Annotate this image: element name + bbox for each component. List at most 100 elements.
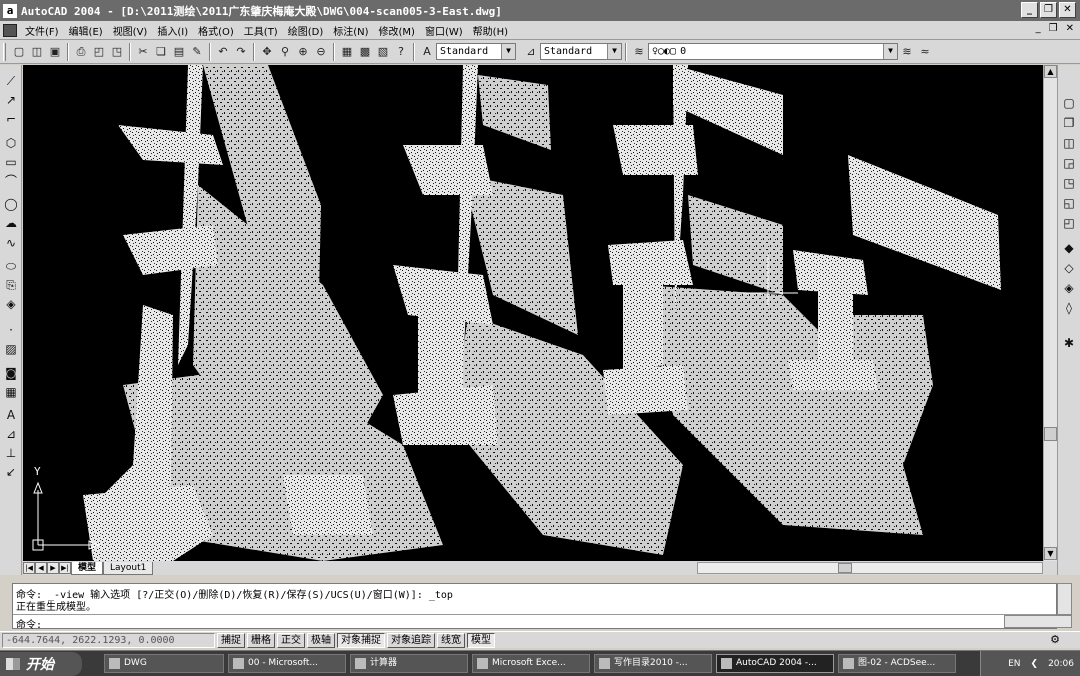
restore-button[interactable]: ❐	[1040, 2, 1057, 18]
multiline-text-icon[interactable]: A	[3, 407, 19, 423]
scale-icon[interactable]: ◆	[1061, 240, 1077, 256]
menu-draw[interactable]: 绘图(D)	[283, 23, 329, 38]
coordinate-readout[interactable]: -644.7644, 2622.1293, 0.0000	[2, 632, 215, 648]
drawing-vertical-scrollbar[interactable]: ▲ ▼	[1043, 65, 1057, 561]
erase-icon[interactable]: ▢	[1061, 95, 1077, 111]
command-horizontal-scrollbar[interactable]	[1004, 615, 1072, 628]
language-indicator[interactable]: EN	[1008, 659, 1020, 669]
circle-icon[interactable]: ◯	[3, 196, 19, 212]
chevron-down-icon[interactable]: ▼	[607, 44, 621, 59]
drawing-horizontal-scrollbar[interactable]	[697, 562, 1043, 574]
autocad-app-icon[interactable]: a	[3, 3, 17, 18]
command-prompt[interactable]: 命令:	[16, 616, 42, 631]
menu-file[interactable]: 文件(F)	[20, 23, 64, 38]
publish-icon[interactable]: ◳	[108, 43, 126, 61]
menu-window[interactable]: 窗口(W)	[420, 23, 468, 38]
cut-icon[interactable]: ✂	[134, 43, 152, 61]
properties-icon[interactable]: ▦	[338, 43, 356, 61]
ortho-toggle[interactable]: 正交	[277, 632, 305, 648]
dimension-icon[interactable]: ⊿	[3, 426, 19, 442]
offset-icon[interactable]: ◲	[1061, 155, 1077, 171]
doc-close-button[interactable]: ✕	[1066, 23, 1074, 34]
document-icon[interactable]	[3, 23, 17, 37]
revision-cloud-icon[interactable]: ☁	[3, 215, 19, 231]
trim-icon[interactable]: ◈	[1061, 280, 1077, 296]
drawing-area[interactable]: Y	[23, 65, 1043, 561]
communication-center-icon[interactable]: ⚙	[1050, 633, 1060, 646]
leader-icon[interactable]: ↙	[3, 464, 19, 480]
text-style-select[interactable]: Standard ▼	[436, 43, 516, 60]
task-calculator[interactable]: 计算器	[350, 654, 468, 673]
chevron-down-icon[interactable]: ▼	[501, 44, 515, 59]
grid-toggle[interactable]: 栅格	[247, 632, 275, 648]
task-excel[interactable]: Microsoft Exce...	[472, 654, 590, 673]
tab-layout1[interactable]: Layout1	[103, 561, 154, 575]
toolbar-grip[interactable]	[3, 42, 6, 61]
make-block-icon[interactable]: ◈	[3, 296, 19, 312]
menu-view[interactable]: 视图(V)	[108, 23, 153, 38]
rotate-icon[interactable]: ◰	[1061, 215, 1077, 231]
dim-linear-icon[interactable]: ⊥	[3, 445, 19, 461]
redo-icon[interactable]: ↷	[232, 43, 250, 61]
design-center-icon[interactable]: ▩	[356, 43, 374, 61]
help-icon[interactable]: ?	[392, 43, 410, 61]
doc-restore-button[interactable]: ❐	[1049, 23, 1058, 34]
polyline-icon[interactable]: ⌐	[3, 111, 19, 127]
make-object-layer-current-icon[interactable]: ≋	[898, 43, 916, 61]
menu-modify[interactable]: 修改(M)	[374, 23, 420, 38]
menu-dimension[interactable]: 标注(N)	[328, 23, 373, 38]
command-window[interactable]: 命令: _-view 输入选项 [?/正交(O)/删除(D)/恢复(R)/保存(…	[12, 583, 1057, 631]
insert-block-icon[interactable]: ⎘	[3, 277, 19, 293]
line-icon[interactable]: ⟋	[3, 73, 19, 89]
explode-icon[interactable]: ✱	[1061, 335, 1077, 351]
osnap-toggle[interactable]: 对象捕捉	[337, 632, 385, 648]
lineweight-toggle[interactable]: 线宽	[437, 632, 465, 648]
scroll-down-icon[interactable]: ▼	[1044, 547, 1057, 560]
save-icon[interactable]: ▣	[46, 43, 64, 61]
layer-select[interactable]: ♀◯◐▢ 0 ▼	[648, 43, 898, 60]
otrack-toggle[interactable]: 对象追踪	[387, 632, 435, 648]
menu-edit[interactable]: 编辑(E)	[64, 23, 108, 38]
table-icon[interactable]: ▦	[3, 384, 19, 400]
move-icon[interactable]: ◱	[1061, 195, 1077, 211]
open-file-icon[interactable]: ◫	[28, 43, 46, 61]
pan-icon[interactable]: ✥	[258, 43, 276, 61]
stretch-icon[interactable]: ◇	[1061, 260, 1077, 276]
paste-icon[interactable]: ▤	[170, 43, 188, 61]
point-icon[interactable]: ·	[3, 322, 19, 338]
region-icon[interactable]: ◙	[3, 365, 19, 381]
zoom-window-icon[interactable]: ⊕	[294, 43, 312, 61]
next-tab-icon[interactable]: ▶	[47, 562, 59, 574]
new-file-icon[interactable]: ▢	[10, 43, 28, 61]
zoom-previous-icon[interactable]: ⊖	[312, 43, 330, 61]
undo-icon[interactable]: ↶	[214, 43, 232, 61]
start-button[interactable]: 开始	[0, 651, 82, 676]
menu-tools[interactable]: 工具(T)	[239, 23, 283, 38]
chevron-down-icon[interactable]: ▼	[883, 44, 897, 59]
tool-palettes-icon[interactable]: ▧	[374, 43, 392, 61]
tray-arrow-icon[interactable]: ❮	[1031, 659, 1039, 669]
doc-minimize-button[interactable]: _	[1036, 23, 1041, 34]
minimize-button[interactable]: _	[1021, 2, 1038, 18]
menu-help[interactable]: 帮助(H)	[468, 23, 513, 38]
arc-icon[interactable]: ⌒	[3, 173, 19, 189]
prev-tab-icon[interactable]: ◀	[35, 562, 47, 574]
close-button[interactable]: ✕	[1059, 2, 1076, 18]
task-writing-outline[interactable]: 写作目录2010 -...	[594, 654, 712, 673]
polar-toggle[interactable]: 极轴	[307, 632, 335, 648]
print-preview-icon[interactable]: ◰	[90, 43, 108, 61]
scroll-up-icon[interactable]: ▲	[1044, 65, 1057, 78]
rectangle-icon[interactable]: ▭	[3, 154, 19, 170]
mirror-icon[interactable]: ◫	[1061, 135, 1077, 151]
extend-icon[interactable]: ◊	[1061, 300, 1077, 316]
model-toggle[interactable]: 模型	[467, 632, 495, 648]
command-scrollbar[interactable]	[1057, 583, 1072, 615]
ellipse-icon[interactable]: ⬭	[3, 258, 19, 274]
task-word-doc[interactable]: 00 - Microsoft...	[228, 654, 346, 673]
vertical-scroll-thumb[interactable]	[1044, 427, 1057, 441]
task-acdsee[interactable]: 图-02 - ACDSee...	[838, 654, 956, 673]
horizontal-scroll-thumb[interactable]	[838, 563, 852, 573]
menu-format[interactable]: 格式(O)	[193, 23, 239, 38]
layer-manager-icon[interactable]: ≋	[630, 43, 648, 61]
array-icon[interactable]: ◳	[1061, 175, 1077, 191]
